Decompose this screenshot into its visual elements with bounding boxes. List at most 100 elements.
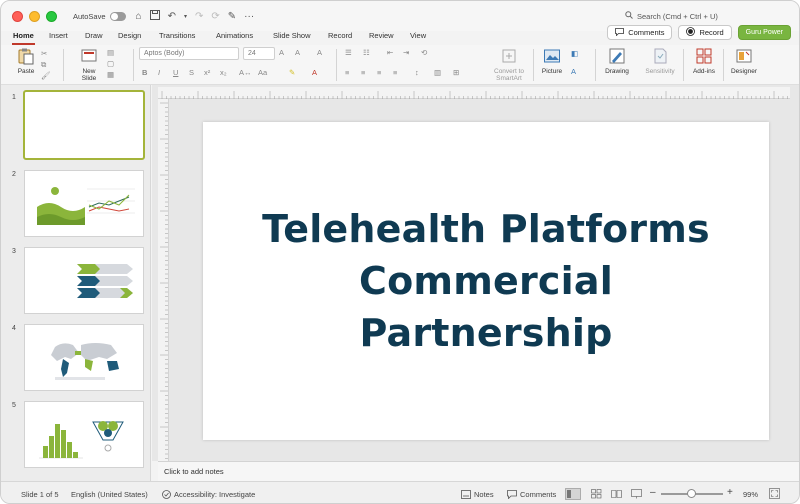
save-icon[interactable]: [149, 9, 160, 23]
section-icon[interactable]: ▦: [107, 70, 114, 79]
addins-label: Add-ins: [692, 68, 716, 75]
font-size-value: 24: [248, 50, 256, 57]
subscript-icon[interactable]: x₂: [220, 68, 227, 77]
normal-view-icon[interactable]: [565, 488, 581, 502]
tab-record[interactable]: Record: [328, 31, 352, 40]
highlight-icon[interactable]: ✎: [289, 68, 295, 77]
notes-toggle[interactable]: Notes: [474, 490, 494, 499]
search-box[interactable]: Search (Cmd + Ctrl + U): [625, 11, 718, 21]
tab-transitions[interactable]: Transitions: [159, 31, 195, 40]
close-window-button[interactable]: [12, 10, 23, 22]
paste-button[interactable]: Paste: [13, 45, 39, 85]
tab-view[interactable]: View: [410, 31, 426, 40]
picture-button[interactable]: Picture: [537, 45, 567, 85]
bold-icon[interactable]: B: [142, 68, 147, 77]
drawing-icon: [609, 48, 625, 64]
textbox-icon[interactable]: A: [571, 67, 576, 76]
align-left-icon[interactable]: ≡: [345, 68, 349, 77]
copy-icon[interactable]: ⧉: [41, 60, 46, 70]
character-spacing-icon[interactable]: A↔: [239, 68, 252, 77]
designer-button[interactable]: Designer: [727, 45, 761, 85]
current-slide[interactable]: Telehealth Platforms Commercial Partners…: [203, 122, 769, 440]
shrink-font-icon[interactable]: A: [295, 48, 300, 57]
tab-insert[interactable]: Insert: [49, 31, 68, 40]
tab-slide-show[interactable]: Slide Show: [273, 31, 311, 40]
numbering-icon[interactable]: ☷: [363, 48, 370, 57]
zoom-in-icon[interactable]: +: [727, 487, 733, 498]
undo-dropdown-icon[interactable]: ▾: [184, 13, 187, 20]
slideshow-view-icon[interactable]: [631, 489, 642, 501]
home-icon[interactable]: ⌂: [136, 11, 142, 22]
line-spacing-icon[interactable]: ↕: [415, 68, 419, 77]
font-name-combo[interactable]: Aptos (Body): [139, 47, 239, 60]
tab-review[interactable]: Review: [369, 31, 394, 40]
addins-button[interactable]: Add-ins: [689, 45, 719, 85]
fit-to-window-icon[interactable]: [769, 488, 780, 501]
cut-icon[interactable]: ✂: [41, 49, 47, 58]
slide-thumbnail-3[interactable]: [24, 247, 144, 314]
font-color-icon[interactable]: A: [312, 68, 317, 77]
zoom-level[interactable]: 99%: [743, 490, 758, 499]
autosave-toggle[interactable]: [109, 11, 126, 21]
tab-animations[interactable]: Animations: [216, 31, 253, 40]
zoom-slider-handle[interactable]: [687, 489, 696, 498]
comments-icon[interactable]: [507, 490, 517, 501]
record-button[interactable]: Record: [678, 25, 732, 40]
change-case-icon[interactable]: Aa: [258, 68, 267, 77]
text-direction-icon[interactable]: ⟲: [421, 48, 427, 57]
increase-indent-icon[interactable]: ⇥: [403, 48, 409, 57]
reading-view-icon[interactable]: [611, 489, 622, 501]
strikethrough-icon[interactable]: S: [189, 68, 194, 77]
slide-sorter-icon[interactable]: [591, 489, 602, 501]
align-center-icon[interactable]: ≡: [361, 68, 365, 77]
underline-icon[interactable]: U: [173, 68, 178, 77]
format-painter-icon[interactable]: 🖌: [41, 71, 51, 80]
convert-smartart-button[interactable]: Convert to SmartArt: [489, 45, 529, 85]
vertical-ruler[interactable]: [158, 99, 169, 461]
clear-formatting-icon[interactable]: A: [317, 48, 322, 57]
notes-icon[interactable]: [461, 490, 471, 501]
columns-icon[interactable]: ▥: [434, 68, 441, 77]
zoom-slider[interactable]: [661, 489, 723, 498]
customize-icon[interactable]: ✎: [228, 11, 236, 22]
slide-thumbnail-2[interactable]: [24, 170, 144, 237]
guru-power-button[interactable]: Guru Power: [737, 25, 791, 40]
decrease-indent-icon[interactable]: ⇤: [387, 48, 393, 57]
drawing-button[interactable]: Drawing: [601, 45, 633, 85]
more-icon[interactable]: ···: [244, 11, 254, 22]
language-status[interactable]: English (United States): [71, 490, 148, 499]
slide-title[interactable]: Telehealth Platforms Commercial Partners…: [226, 203, 746, 359]
italic-icon[interactable]: I: [158, 68, 160, 77]
zoom-window-button[interactable]: [46, 10, 57, 22]
minimize-window-button[interactable]: [29, 10, 40, 22]
reset-icon[interactable]: ▢: [107, 59, 114, 68]
sensitivity-button[interactable]: Sensitivity: [641, 45, 679, 85]
autosave-control[interactable]: AutoSave: [73, 11, 126, 21]
tab-draw[interactable]: Draw: [85, 31, 103, 40]
accessibility-icon[interactable]: [162, 490, 171, 501]
repeat-icon[interactable]: ⟳: [211, 11, 219, 22]
comments-toggle[interactable]: Comments: [520, 490, 556, 499]
slide-thumbnail-4[interactable]: [24, 324, 144, 391]
superscript-icon[interactable]: x²: [204, 68, 210, 77]
bullets-icon[interactable]: ☰: [345, 48, 352, 57]
slide-thumbnail-1[interactable]: [23, 90, 145, 160]
shapes-icon[interactable]: ◧: [571, 49, 578, 58]
tab-home[interactable]: Home: [12, 31, 35, 45]
new-slide-button[interactable]: New Slide: [75, 45, 103, 85]
slide-thumbnail-5[interactable]: [24, 401, 144, 468]
redo-icon[interactable]: ↷: [195, 11, 203, 22]
zoom-out-icon[interactable]: –: [650, 487, 656, 498]
notes-pane[interactable]: Click to add notes: [158, 461, 799, 481]
tab-design[interactable]: Design: [118, 31, 141, 40]
comments-button[interactable]: Comments: [607, 25, 673, 40]
justify-icon[interactable]: ≡: [393, 68, 397, 77]
align-right-icon[interactable]: ≡: [377, 68, 381, 77]
accessibility-status[interactable]: Accessibility: Investigate: [174, 490, 255, 499]
layout-icon[interactable]: ▤: [107, 48, 114, 57]
align-text-icon[interactable]: ⊞: [453, 68, 459, 77]
undo-icon[interactable]: ↶: [168, 11, 176, 22]
horizontal-ruler[interactable]: [158, 87, 790, 99]
font-size-combo[interactable]: 24: [243, 47, 275, 60]
grow-font-icon[interactable]: A: [279, 48, 284, 57]
